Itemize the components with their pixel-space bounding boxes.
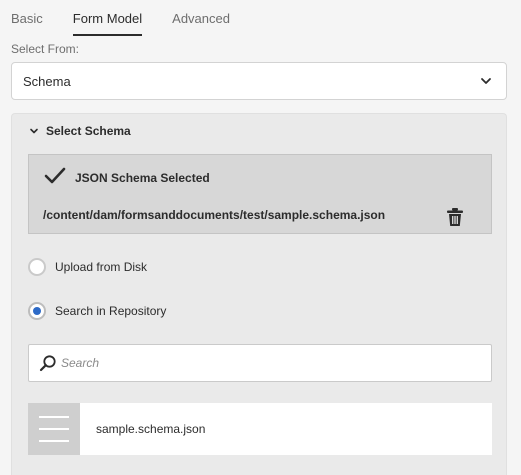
chevron-down-icon — [481, 78, 491, 84]
trash-icon[interactable] — [446, 207, 464, 227]
selected-title: JSON Schema Selected — [75, 171, 210, 185]
radio-label: Upload from Disk — [55, 260, 148, 274]
radio-search-in-repository[interactable]: Search in Repository — [28, 302, 166, 320]
search-field[interactable] — [28, 344, 492, 382]
list-item[interactable]: sample.schema.json — [28, 403, 492, 455]
checkmark-icon — [44, 167, 66, 184]
selected-schema-card: JSON Schema Selected /content/dam/formsa… — [28, 154, 492, 234]
selected-path: /content/dam/formsanddocuments/test/samp… — [43, 208, 386, 222]
tab-form-model[interactable]: Form Model — [72, 0, 143, 36]
select-from-value: Schema — [23, 73, 71, 89]
search-icon — [39, 355, 56, 372]
tab-basic[interactable]: Basic — [11, 0, 43, 36]
search-input[interactable] — [61, 356, 461, 370]
thumbnail — [28, 403, 80, 455]
radio-button[interactable] — [28, 258, 46, 276]
select-schema-header[interactable]: Select Schema — [29, 124, 131, 138]
radio-button-selected[interactable] — [28, 302, 46, 320]
select-from-label: Select From: — [11, 42, 80, 56]
section-title: Select Schema — [46, 124, 131, 138]
select-from-dropdown[interactable]: Schema — [11, 62, 507, 100]
tab-advanced[interactable]: Advanced — [172, 0, 230, 36]
radio-label: Search in Repository — [55, 304, 167, 318]
radio-upload-from-disk[interactable]: Upload from Disk — [28, 258, 147, 276]
schema-panel: Select Schema JSON Schema Selected /cont… — [11, 113, 507, 475]
result-name: sample.schema.json — [96, 422, 206, 436]
chevron-down-icon — [30, 128, 38, 134]
tab-bar: Basic Form Model Advanced — [11, 0, 260, 36]
document-lines-icon — [39, 416, 69, 442]
